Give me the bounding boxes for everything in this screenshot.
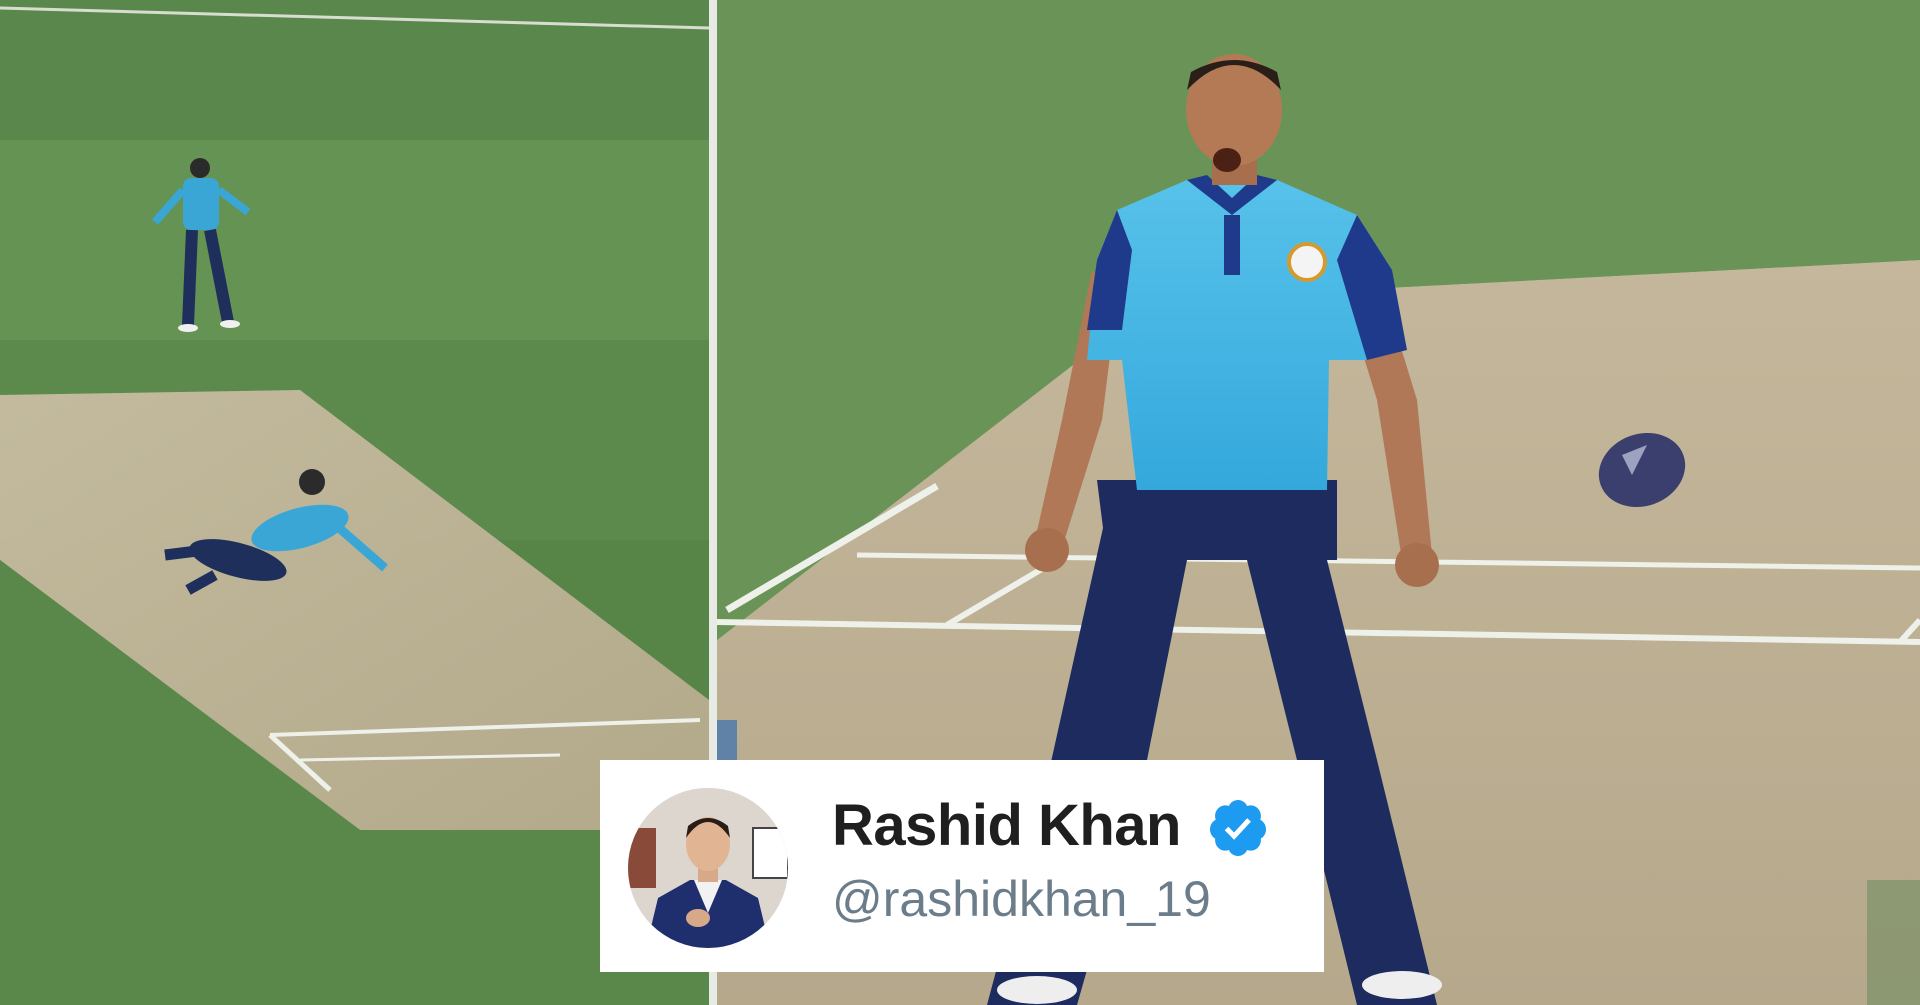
user-handle: @rashidkhan_19	[832, 871, 1211, 927]
tweet-card: Rashid Khan @rashidkhan_19	[600, 760, 1324, 972]
edge-fragment	[717, 720, 737, 760]
avatar-portrait	[628, 788, 788, 948]
grass-band	[0, 0, 709, 140]
composite-image: Rashid Khan @rashidkhan_19	[0, 0, 1920, 1005]
avatar	[628, 788, 788, 948]
verified-badge-icon	[1209, 800, 1266, 856]
blur-corner	[1867, 880, 1920, 1005]
user-name: Rashid Khan	[832, 793, 1182, 858]
grass-band	[0, 140, 709, 340]
